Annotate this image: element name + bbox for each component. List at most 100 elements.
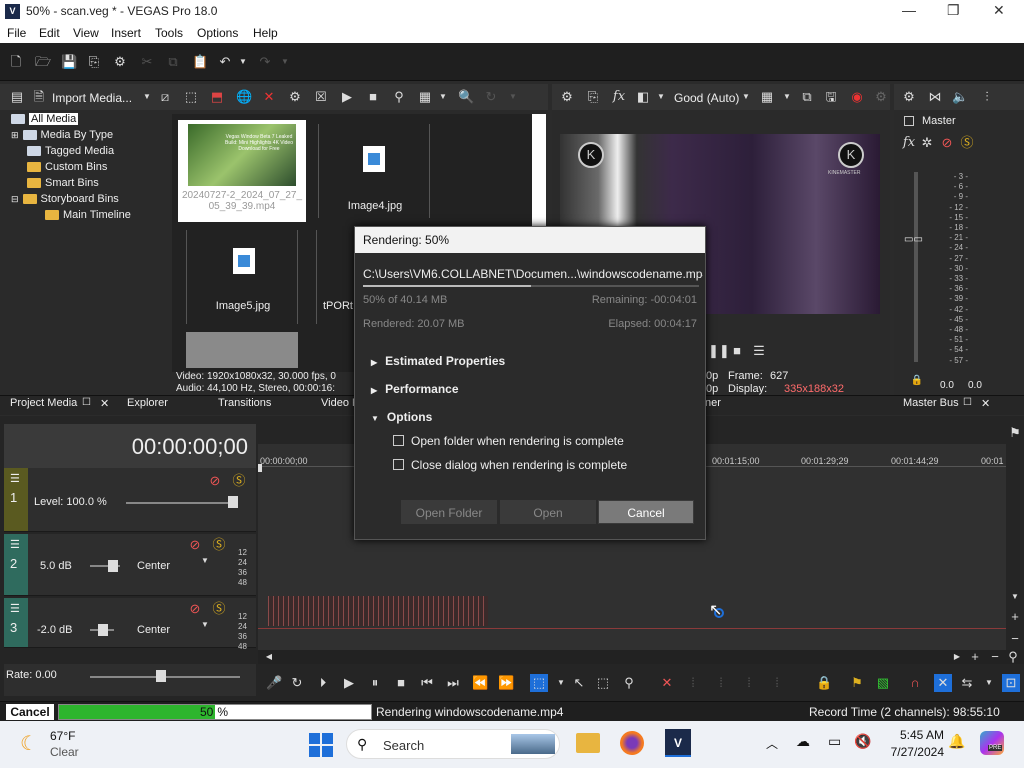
audio-fx-icon[interactable]: fx [902,136,916,150]
undo-icon[interactable]: ↶ [218,55,232,69]
network-icon[interactable]: ☁ [796,733,810,750]
scroll-left-icon[interactable]: ◀ [262,650,276,664]
menu-tools[interactable]: Tools [155,26,183,40]
views-icon[interactable]: ▦ [418,90,432,104]
menu-lines-icon[interactable]: ☰ [752,344,766,358]
refresh-dropdown-icon[interactable]: ▼ [506,90,520,104]
open-folder-button[interactable]: Open Folder [401,500,497,524]
audio-waveform-clip[interactable] [268,596,488,626]
go-to-end-icon[interactable]: ⏭ [446,676,460,690]
master-checkbox[interactable] [904,116,914,126]
volume-slider-handle[interactable] [108,560,118,572]
volume-muted-icon[interactable]: 🔇 [854,733,871,750]
media-menu-icon[interactable]: ▤ [10,90,24,104]
h-zoom-icon[interactable]: ⚲ [1006,650,1020,664]
loop-icon[interactable]: ↻ [290,676,304,690]
play-icon[interactable]: ▶ [340,90,354,104]
cut-icon[interactable]: ✂ [140,55,154,69]
properties-gear-icon[interactable]: ⚙ [288,90,302,104]
get-media-icon[interactable]: ⬚ [184,90,198,104]
clock-time[interactable]: 5:45 AM [884,728,944,742]
save-icon[interactable]: 💾 [61,55,77,69]
zoom-in-icon[interactable]: + [1008,610,1022,624]
preview-quality-select[interactable]: Good (Auto) [674,91,739,105]
capture-icon[interactable]: ⧄ [158,90,172,104]
fx-icon[interactable]: ☒ [314,90,328,104]
prev-frame-icon[interactable]: ⏪ [472,676,488,690]
trim-start-icon[interactable]: ⁞ [742,676,756,690]
media-tile[interactable]: Image4.jpg [318,124,430,218]
weather-temp[interactable]: 67°F [50,729,75,743]
play-icon[interactable]: ▶ [342,676,356,690]
file-explorer-icon[interactable] [576,733,600,753]
menu-help[interactable]: Help [253,26,278,40]
render-icon[interactable]: ⎘ [87,55,101,69]
select-tool-icon[interactable]: ⬚ [596,676,610,690]
open-folder-icon[interactable]: 🗁 [35,55,51,69]
menu-options[interactable]: Options [197,26,238,40]
menu-lines-icon[interactable]: ☰ [10,538,20,551]
media-tile-thumbnail[interactable] [186,332,298,368]
section-options[interactable]: ▼ Options [371,410,432,424]
level-slider-handle[interactable] [228,496,238,508]
ripple-icon[interactable]: ⇆ [960,676,974,690]
solo-icon[interactable]: Ⓢ [212,538,226,552]
solo-icon[interactable]: Ⓢ [232,474,246,488]
close-master-icon[interactable]: ✕ [981,397,990,410]
tab-master-bus[interactable]: Master Bus [903,397,959,409]
vegas-taskbar-icon[interactable]: V [665,729,691,757]
h-zoom-out-icon[interactable]: − [988,650,1002,664]
overlays-dropdown-icon[interactable]: ▼ [780,90,794,104]
copy-snapshot-icon[interactable]: ⧉ [800,90,814,104]
weather-condition[interactable]: Clear [50,745,79,759]
close-dialog-checkbox[interactable] [393,459,404,470]
zoom-tool-icon[interactable]: ⚲ [622,676,636,690]
import-media-button[interactable]: Import Media... [52,91,132,105]
track-1[interactable]: ☰ 1 ⊘ Ⓢ Level: 100.0 % [4,468,256,532]
menu-view[interactable]: View [73,26,99,40]
copy-icon[interactable]: ⧉ [166,55,180,69]
track-1-handle[interactable]: ☰ 1 [4,468,28,531]
h-zoom-in-icon[interactable]: + [968,650,982,664]
import-dropdown-icon[interactable]: ▼ [140,90,154,104]
level-slider-track[interactable] [126,502,236,504]
cursor-marker[interactable] [258,464,262,472]
lock-icon[interactable]: 🔒 [910,374,924,388]
rate-slider-handle[interactable] [156,670,166,682]
tab-partial[interactable]: ner [705,397,721,409]
record-icon[interactable]: ◉ [850,90,864,104]
track-3[interactable]: ☰ 3 ⊘ Ⓢ -2.0 dB Center ▼ 12 24 36 48 [4,598,256,651]
track-3-handle[interactable]: ☰ 3 [4,598,28,647]
taskbar-search-box[interactable]: ⚲ Search [346,729,560,759]
fx-chain-icon[interactable]: ✲ [920,136,934,150]
weather-moon-icon[interactable]: ☾ [20,731,38,756]
views-dropdown-icon[interactable]: ▼ [436,90,450,104]
menu-lines-icon[interactable]: ☰ [10,602,20,615]
cancel-button[interactable]: Cancel [598,500,694,524]
expand-icon[interactable]: ⊞ [11,130,19,140]
trim-end-icon[interactable]: ⁞ [770,676,784,690]
zoom-icon[interactable]: 🔍 [458,90,474,104]
ripple-dropdown-icon[interactable]: ▼ [982,676,996,690]
notification-bell-icon[interactable]: 🔔 [948,733,965,750]
split-dropdown-icon[interactable]: ▼ [654,90,668,104]
new-file-icon[interactable]: 🗋 [9,55,23,69]
pause-icon[interactable]: ❚❚ [708,344,730,358]
split-icon[interactable]: ⁞ [714,676,728,690]
remove-icon[interactable]: ✕ [262,90,276,104]
downmix-icon[interactable]: ⋈ [928,90,942,104]
normal-edit-icon[interactable]: ↖ [572,676,586,690]
quality-dropdown-icon[interactable]: ▼ [739,90,753,104]
redo-icon[interactable]: ↷ [258,55,272,69]
auto-crossfade-icon[interactable]: ✕ [934,674,952,692]
paste-icon[interactable]: 📋 [192,55,208,69]
maximize-master-icon[interactable]: ☐ [963,397,972,408]
device-icon[interactable]: ⎘ [586,90,600,104]
replace-icon[interactable]: ⬒ [210,90,224,104]
speaker-icon[interactable]: 🔈 [952,90,968,104]
media-tile-selected[interactable]: Vegas Window Beta 7 Leaked Build: Mini H… [178,120,306,222]
mute-icon[interactable]: ⊘ [208,474,222,488]
pause-icon[interactable]: ⏸ [368,676,382,690]
section-performance[interactable]: ▶ Performance [371,382,459,396]
auto-preview-icon[interactable]: ⚲ [392,90,406,104]
